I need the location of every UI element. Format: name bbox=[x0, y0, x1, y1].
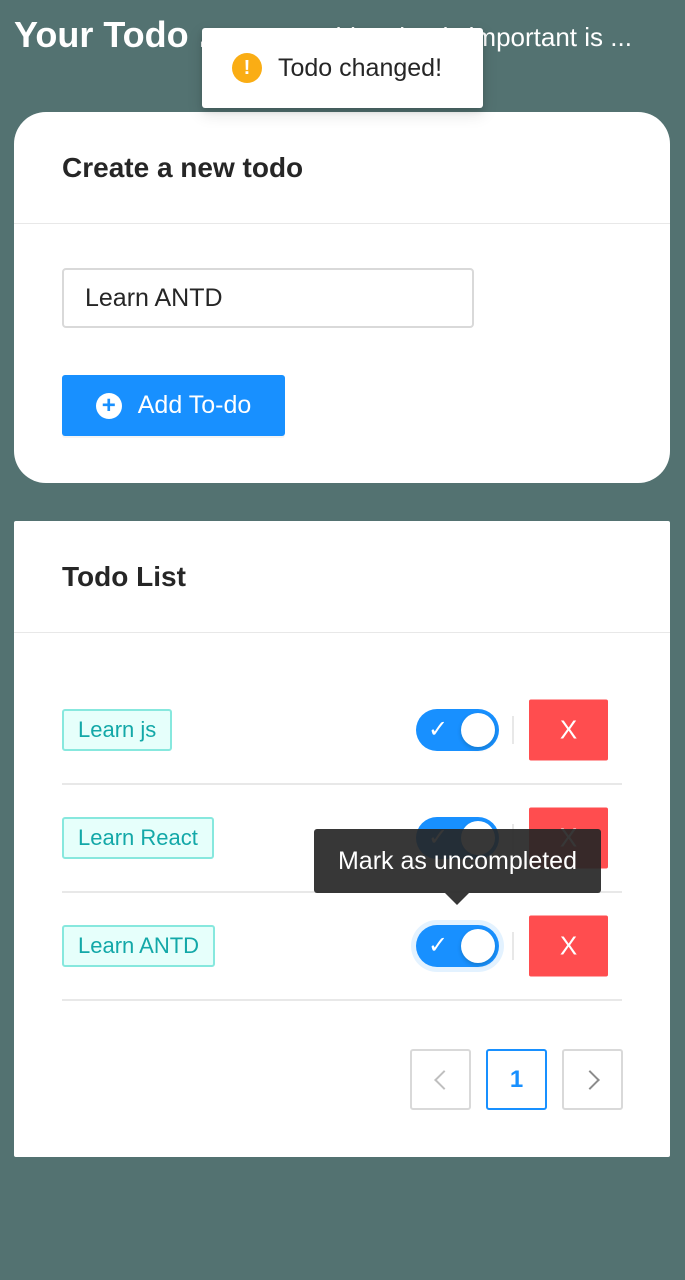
delete-button[interactable]: X bbox=[529, 915, 608, 977]
warning-exclamation-icon: ! bbox=[232, 53, 262, 83]
todo-tag: Learn React bbox=[62, 817, 214, 859]
todo-list-title: Todo List bbox=[62, 560, 186, 592]
toast-notification: ! Todo changed! bbox=[202, 28, 483, 108]
add-todo-label: Add To-do bbox=[137, 391, 252, 419]
complete-toggle[interactable]: ✓ bbox=[416, 709, 499, 751]
chevron-left-icon bbox=[433, 1069, 454, 1090]
create-todo-card-header: Create a new todo bbox=[14, 112, 670, 224]
tooltip-text: Mark as uncompleted bbox=[337, 846, 577, 875]
add-todo-button[interactable]: + Add To-do bbox=[62, 375, 285, 436]
todo-input[interactable] bbox=[62, 268, 474, 328]
check-icon: ✓ bbox=[428, 932, 449, 959]
pagination-next-button[interactable] bbox=[562, 1049, 623, 1110]
create-todo-card: Create a new todo + Add To-do bbox=[14, 112, 670, 483]
divider bbox=[512, 932, 514, 960]
todo-item: Learn js ✓ X bbox=[62, 677, 622, 785]
todo-tag: Learn js bbox=[62, 709, 173, 751]
toggle-knob bbox=[461, 929, 495, 963]
delete-button[interactable]: X bbox=[529, 699, 608, 761]
tooltip: Mark as uncompleted bbox=[314, 829, 601, 905]
todo-list-card-header: Todo List bbox=[14, 521, 670, 633]
check-icon: ✓ bbox=[428, 716, 449, 743]
complete-toggle[interactable]: ✓ bbox=[416, 925, 499, 967]
todo-tag: Learn ANTD bbox=[62, 925, 216, 967]
app-title: Your Todo ... bbox=[14, 14, 229, 55]
toast-message: Todo changed! bbox=[278, 53, 443, 82]
chevron-right-icon bbox=[579, 1069, 600, 1090]
pagination-prev-button[interactable] bbox=[410, 1049, 471, 1110]
tooltip-arrow bbox=[445, 893, 469, 905]
plus-circle-icon: + bbox=[95, 392, 122, 419]
pagination-page-button[interactable]: 1 bbox=[486, 1049, 547, 1110]
todo-item: Learn ANTD ✓ X bbox=[62, 893, 622, 1001]
create-todo-title: Create a new todo bbox=[62, 151, 304, 183]
divider bbox=[512, 716, 514, 744]
toggle-knob bbox=[461, 713, 495, 747]
